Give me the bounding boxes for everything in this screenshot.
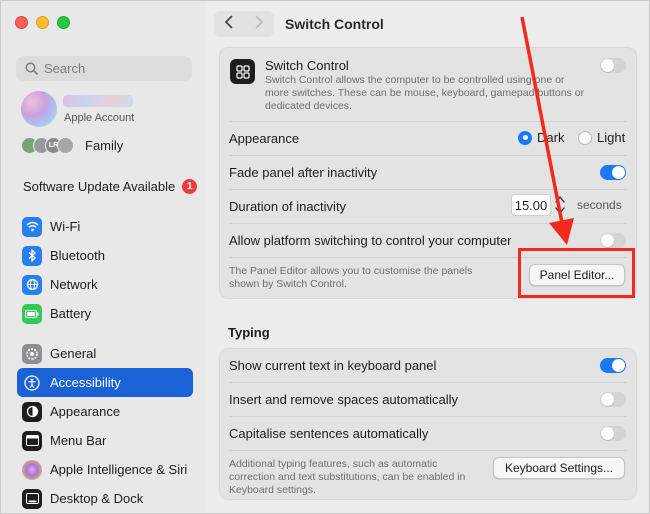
battery-icon	[22, 303, 42, 324]
navigation-buttons	[214, 11, 274, 37]
sidebar-item-network[interactable]: Network	[17, 270, 193, 299]
switch-control-description: Switch Control allows the computer to be…	[265, 74, 585, 112]
switch-control-toggle[interactable]	[600, 58, 626, 73]
insert-remove-spaces-toggle[interactable]	[600, 392, 626, 407]
sidebar-item-wifi[interactable]: Wi-Fi	[17, 212, 193, 241]
accessibility-icon	[22, 372, 42, 393]
menubar-icon	[22, 430, 42, 451]
switch-control-title: Switch Control	[265, 58, 349, 73]
back-button[interactable]	[214, 15, 244, 34]
platform-switching-toggle[interactable]	[600, 233, 626, 248]
window-controls	[15, 16, 70, 29]
software-update-item[interactable]: Software Update Available 1	[23, 179, 198, 194]
bluetooth-icon	[22, 245, 42, 266]
appearance-light-option[interactable]: Light	[578, 130, 625, 145]
platform-switching-label: Allow platform switching to control your…	[229, 233, 512, 248]
sidebar-item-label: Desktop & Dock	[50, 491, 144, 506]
typing-row: Capitalise sentences automatically	[220, 417, 636, 450]
sidebar-item-battery[interactable]: Battery	[17, 299, 193, 328]
typing-row: Show current text in keyboard panel	[220, 349, 636, 382]
apple-account-label: Apple Account	[64, 112, 135, 124]
typing-footer-text: Additional typing features, such as auto…	[229, 458, 466, 496]
sidebar-item-general[interactable]: General	[17, 339, 193, 368]
duration-row: Duration of inactivity	[220, 190, 636, 223]
sidebar-item-label: Accessibility	[50, 375, 121, 390]
radio-selected-icon	[518, 130, 532, 145]
chevron-left-icon	[225, 15, 233, 28]
sidebar-item-label: General	[50, 346, 97, 361]
keyboard-settings-button[interactable]: Keyboard Settings...	[493, 457, 625, 479]
divider	[229, 450, 627, 451]
appearance-row: Appearance	[220, 122, 636, 155]
apple-account-item[interactable]: Apple Account	[21, 91, 134, 127]
capitalise-sentences-toggle[interactable]	[600, 426, 626, 441]
account-name-redacted	[63, 95, 133, 107]
search-icon	[25, 62, 38, 75]
duration-label: Duration of inactivity	[229, 199, 347, 214]
sidebar-item-label: Bluetooth	[50, 248, 105, 263]
sidebar-item-label: Battery	[50, 306, 92, 321]
avatar	[21, 91, 57, 127]
typing-row: Insert and remove spaces automatically	[220, 383, 636, 416]
close-window-button[interactable]	[15, 16, 28, 29]
sidebar-item-label: Menu Bar	[50, 433, 107, 448]
software-update-label: Software Update Available	[23, 179, 176, 194]
search-input[interactable]	[44, 61, 184, 76]
sidebar-item-appearance[interactable]: Appearance	[17, 397, 193, 426]
siri-icon	[22, 459, 42, 480]
sidebar-item-label: Wi-Fi	[50, 219, 81, 234]
zoom-window-button[interactable]	[57, 16, 70, 29]
sidebar-item-label: Appearance	[50, 404, 121, 419]
switch-control-app-icon	[230, 59, 255, 84]
appearance-label: Appearance	[229, 131, 300, 146]
page-title: Switch Control	[285, 16, 384, 32]
appearance-option-label: Dark	[537, 130, 565, 145]
typing-section-title: Typing	[228, 325, 270, 340]
family-item[interactable]: LR Family	[21, 137, 123, 154]
typing-row-label: Show current text in keyboard panel	[229, 358, 437, 373]
typing-card: Show current text in keyboard panel Inse…	[219, 348, 637, 500]
forward-button[interactable]	[244, 15, 274, 34]
appearance-icon	[22, 401, 42, 422]
sidebar-group-system: General Accessibility Appearance Menu Ba…	[17, 339, 193, 513]
gear-icon	[22, 343, 42, 364]
fade-panel-label: Fade panel after inactivity	[229, 165, 378, 180]
typing-row-label: Insert and remove spaces automatically	[229, 392, 459, 407]
toolbar: Switch Control	[206, 1, 649, 47]
wifi-icon	[22, 216, 42, 237]
search-box	[16, 56, 192, 81]
appearance-option-label: Light	[597, 130, 626, 145]
sidebar-item-accessibility[interactable]: Accessibility	[17, 368, 193, 397]
sidebar-item-desktop-dock[interactable]: Desktop & Dock	[17, 484, 193, 513]
minimize-window-button[interactable]	[36, 16, 49, 29]
sidebar-item-label: Apple Intelligence & Siri	[50, 462, 188, 477]
update-count-badge: 1	[182, 179, 198, 194]
duration-input[interactable]: 15.00	[511, 194, 551, 216]
settings-window: Apple Account LR Family Software Update …	[0, 0, 650, 514]
annotation-highlight-box	[518, 248, 635, 298]
duration-stepper[interactable]	[554, 193, 566, 217]
panel-editor-description: The Panel Editor allows you to customise…	[229, 265, 473, 290]
sidebar-item-bluetooth[interactable]: Bluetooth	[17, 241, 193, 270]
chevron-right-icon	[255, 15, 263, 28]
family-label: Family	[85, 138, 124, 153]
show-current-text-toggle[interactable]	[600, 358, 626, 373]
fade-panel-row: Fade panel after inactivity	[220, 156, 636, 189]
sidebar: Apple Account LR Family Software Update …	[1, 1, 205, 513]
globe-icon	[22, 274, 42, 295]
stepper-icon	[555, 195, 565, 215]
duration-unit: seconds	[577, 198, 622, 212]
radio-unselected-icon	[578, 130, 592, 145]
appearance-dark-option[interactable]: Dark	[518, 130, 564, 145]
fade-panel-toggle[interactable]	[600, 165, 626, 180]
dock-icon	[22, 488, 42, 509]
sidebar-item-label: Network	[50, 277, 98, 292]
family-avatar	[57, 137, 74, 154]
sidebar-item-apple-intelligence-siri[interactable]: Apple Intelligence & Siri	[17, 455, 193, 484]
typing-row-label: Capitalise sentences automatically	[229, 426, 429, 441]
sidebar-group-network: Wi-Fi Bluetooth Network Battery	[17, 212, 193, 328]
sidebar-item-menu-bar[interactable]: Menu Bar	[17, 426, 193, 455]
